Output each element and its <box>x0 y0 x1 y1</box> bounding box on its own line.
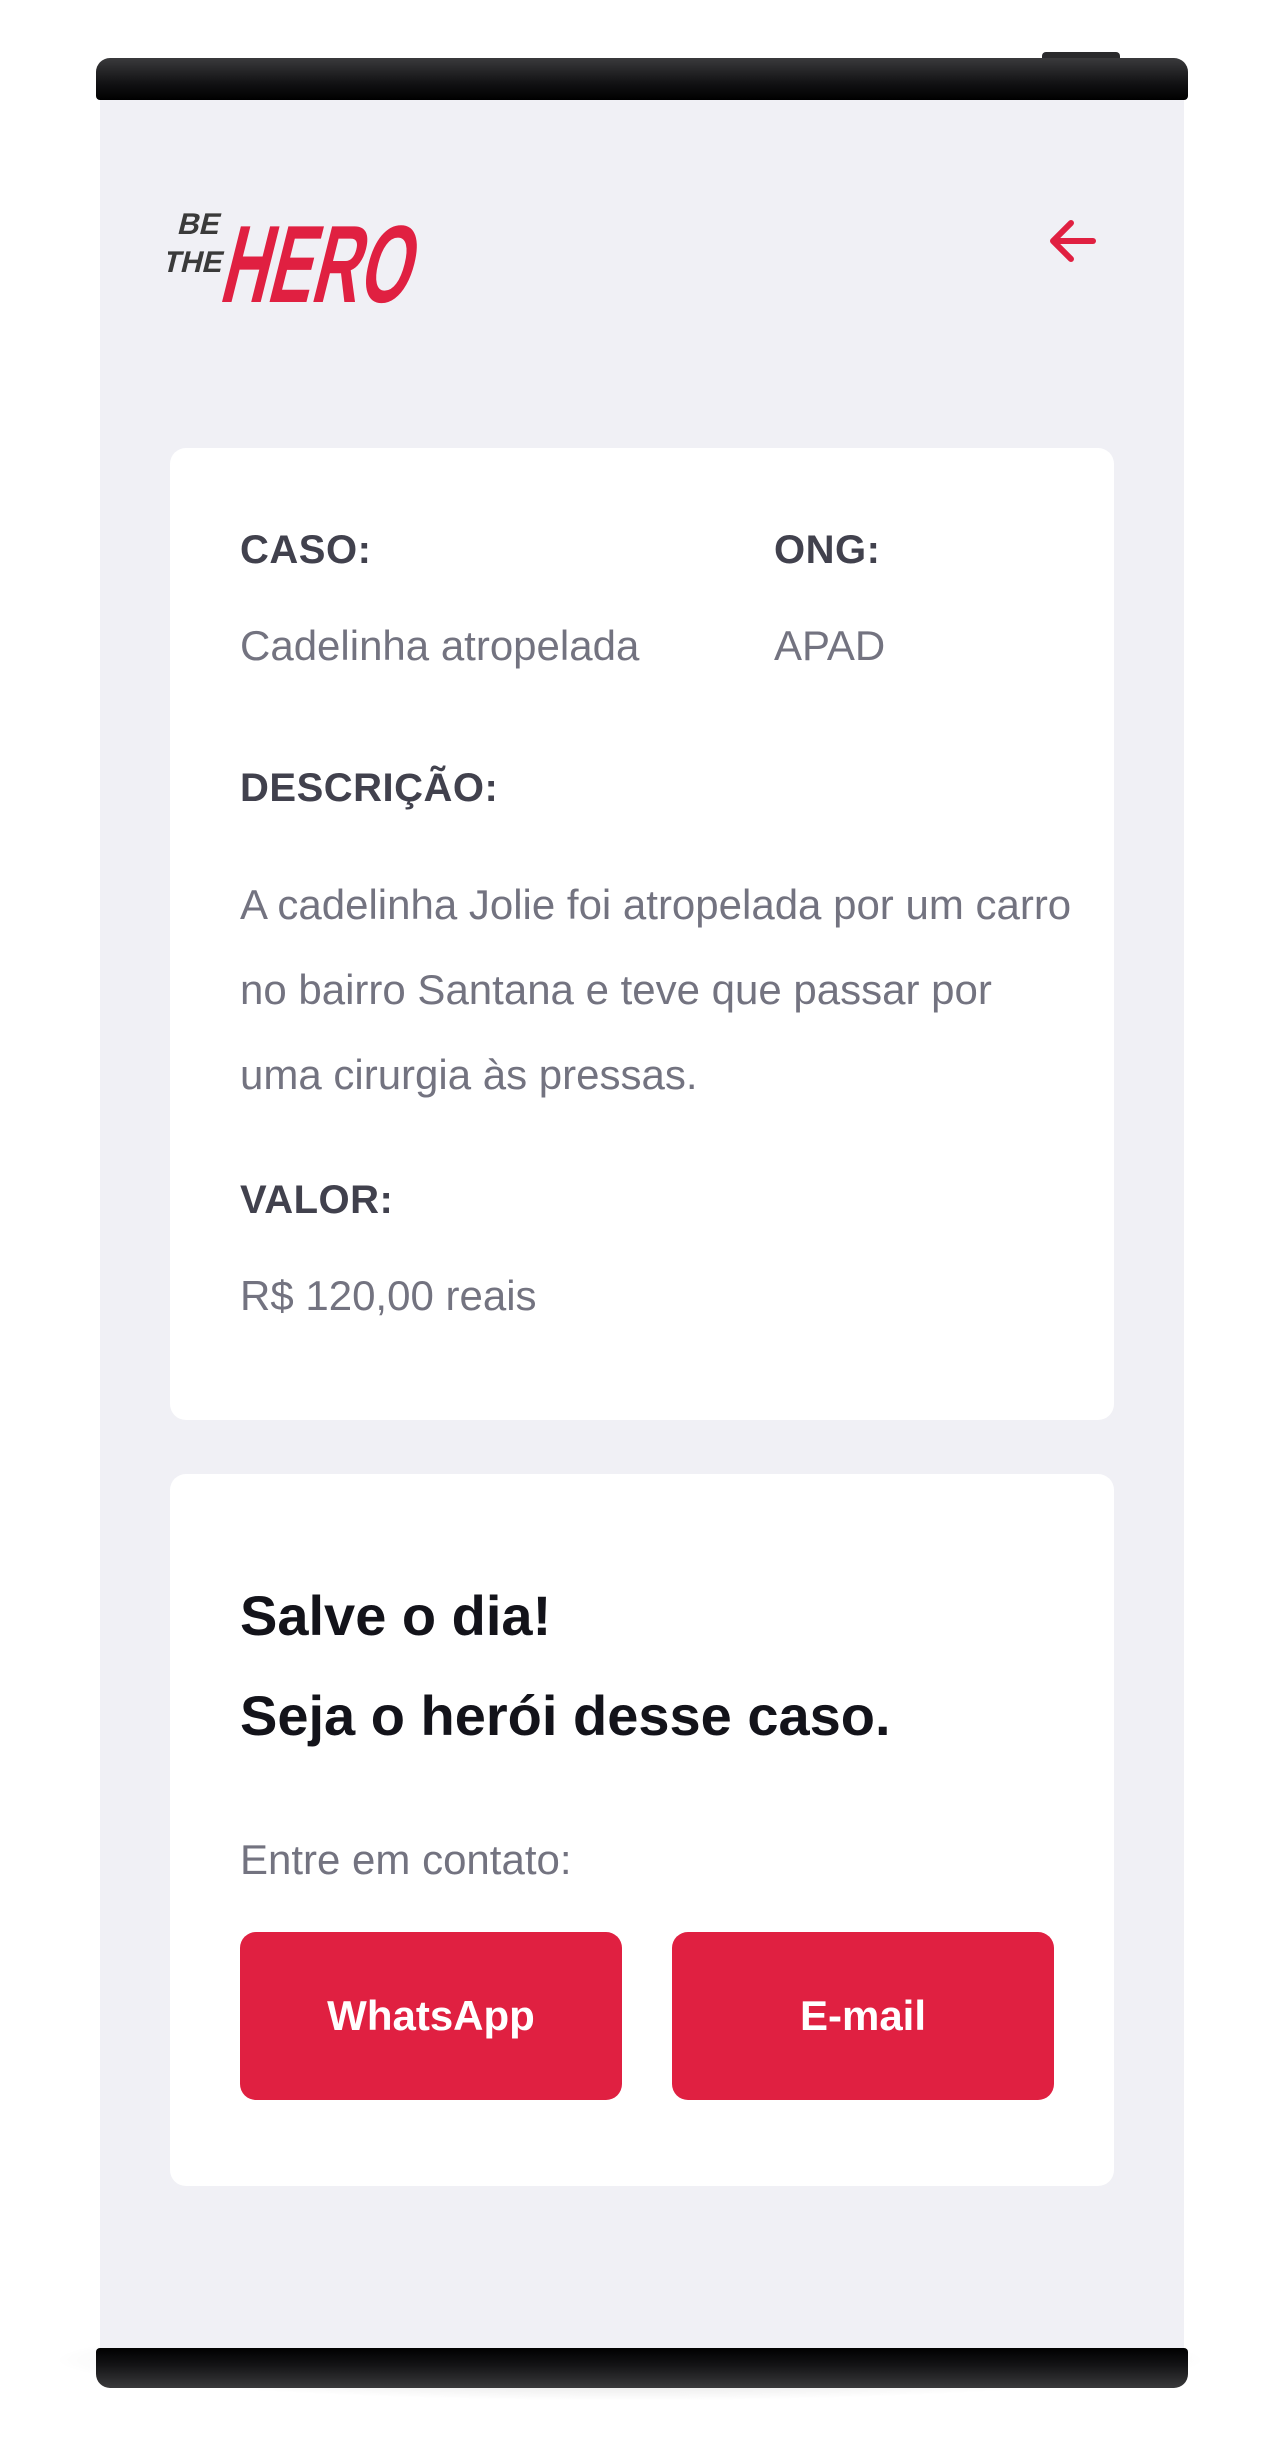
phone-bottom-bezel <box>96 2348 1188 2388</box>
ong-label: ONG: <box>774 528 881 572</box>
contact-title-line2: Seja o herói desse caso. <box>240 1684 891 1747</box>
contact-title-line1: Salve o dia! <box>240 1584 552 1647</box>
contact-prompt: Entre em contato: <box>240 1836 572 1883</box>
email-button[interactable]: E-mail <box>672 1932 1054 2100</box>
ong-value: APAD <box>774 622 886 669</box>
phone-top-bezel <box>96 58 1188 100</box>
be-the-hero-logo: BE THE HERO <box>168 180 448 320</box>
logo-main-text: HERO <box>212 203 433 320</box>
app-header: BE THE HERO <box>100 100 1184 400</box>
description-value: A cadelinha Jolie foi atropelada por um … <box>240 881 1072 1098</box>
value-amount: R$ 120,00 reais <box>240 1272 537 1319</box>
back-button[interactable] <box>1038 208 1108 278</box>
contact-card: Salve o dia! Seja o herói desse caso. En… <box>170 1474 1114 2186</box>
logo-small-line1: BE <box>175 207 225 240</box>
logo-small-line2: THE <box>168 245 228 278</box>
case-label: CASO: <box>240 528 372 572</box>
phone-frame: BE THE HERO CASO: Cadelinha atropelada O… <box>96 52 1188 2388</box>
contact-title: Salve o dia! Seja o herói desse caso. <box>240 1566 1040 1766</box>
app-screen: BE THE HERO CASO: Cadelinha atropelada O… <box>100 100 1184 2348</box>
contact-actions: WhatsApp E-mail <box>240 1932 1054 2102</box>
incident-card: CASO: Cadelinha atropelada ONG: APAD DES… <box>170 448 1114 1420</box>
arrow-left-icon <box>1045 213 1101 274</box>
value-label: VALOR: <box>240 1178 394 1222</box>
whatsapp-button[interactable]: WhatsApp <box>240 1932 622 2100</box>
description-label: DESCRIÇÃO: <box>240 766 499 810</box>
case-value: Cadelinha atropelada <box>240 622 640 669</box>
